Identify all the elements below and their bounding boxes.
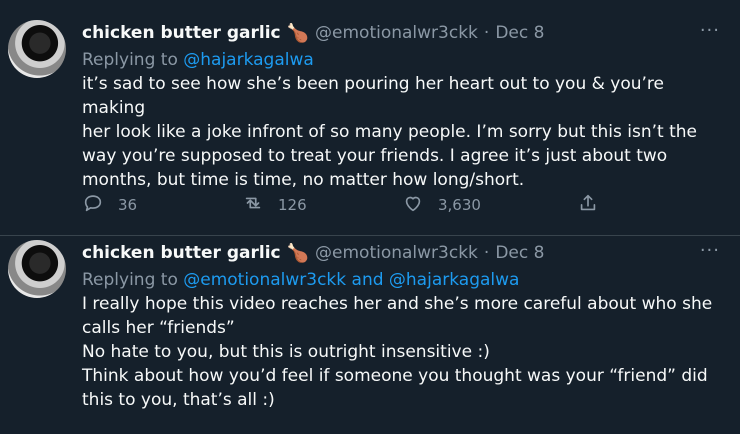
replying-to-label: Replying to bbox=[82, 270, 184, 290]
reply-button[interactable]: 36 bbox=[82, 192, 242, 218]
share-icon bbox=[577, 192, 599, 218]
avatar[interactable] bbox=[8, 20, 66, 78]
tweet-content: chicken butter garlic 🍗 @emotionalwr3ckk… bbox=[82, 20, 720, 192]
retweet-icon bbox=[242, 192, 264, 218]
retweet-button[interactable]: 126 bbox=[242, 192, 402, 218]
replying-to-label: Replying to bbox=[82, 50, 184, 70]
heart-icon bbox=[402, 192, 424, 218]
tweet-actions: 36 126 3,630 bbox=[82, 192, 622, 218]
tweet-text-line: No hate to you, but this is outright ins… bbox=[82, 342, 490, 362]
tweet-text-line: it’s sad to see how she’s been pouring h… bbox=[82, 74, 665, 118]
tweet-text-line: way you’re supposed to treat your friend… bbox=[82, 146, 668, 166]
like-button[interactable]: 3,630 bbox=[402, 192, 577, 218]
tweet-date[interactable]: Dec 8 bbox=[495, 23, 544, 43]
replying-to-link[interactable]: @hajarkagalwa bbox=[183, 50, 314, 70]
tweet-date[interactable]: Dec 8 bbox=[495, 243, 544, 263]
separator-dot: · bbox=[483, 243, 490, 263]
tweet-text-line: this to you, that’s all :) bbox=[82, 390, 275, 410]
tweet-1[interactable]: chicken butter garlic 🍗 @emotionalwr3ckk… bbox=[0, 0, 740, 236]
tweet-text-line: Think about how you’d feel if someone yo… bbox=[82, 366, 708, 386]
retweet-count: 126 bbox=[278, 196, 307, 214]
avatar[interactable] bbox=[8, 240, 66, 298]
like-count: 3,630 bbox=[438, 196, 481, 214]
drumstick-emoji: 🍗 bbox=[286, 22, 310, 44]
drumstick-emoji: 🍗 bbox=[286, 242, 310, 264]
tweet-text: I really hope this video reaches her and… bbox=[82, 292, 720, 412]
share-button[interactable] bbox=[577, 192, 599, 218]
display-name[interactable]: chicken butter garlic bbox=[82, 243, 281, 263]
tweet-text-line: her look like a joke infront of so many … bbox=[82, 122, 698, 142]
user-handle[interactable]: @emotionalwr3ckk bbox=[315, 243, 478, 263]
tweet-2[interactable]: chicken butter garlic 🍗 @emotionalwr3ckk… bbox=[0, 236, 740, 434]
more-options-icon[interactable]: ··· bbox=[700, 20, 720, 41]
tweet-text: it’s sad to see how she’s been pouring h… bbox=[82, 72, 720, 192]
replying-to: Replying to @hajarkagalwa bbox=[82, 48, 720, 72]
separator-dot: · bbox=[483, 23, 490, 43]
reply-count: 36 bbox=[118, 196, 138, 214]
tweet-header: chicken butter garlic 🍗 @emotionalwr3ckk… bbox=[82, 240, 720, 266]
replying-to-link[interactable]: @emotionalwr3ckk and @hajarkagalwa bbox=[183, 270, 519, 290]
display-name[interactable]: chicken butter garlic bbox=[82, 23, 281, 43]
tweet-text-line: I really hope this video reaches her and… bbox=[82, 294, 713, 314]
tweet-text-line: calls her “friends” bbox=[82, 318, 235, 338]
reply-icon bbox=[82, 192, 104, 218]
more-options-icon[interactable]: ··· bbox=[700, 240, 720, 261]
user-handle[interactable]: @emotionalwr3ckk bbox=[315, 23, 478, 43]
replying-to: Replying to @emotionalwr3ckk and @hajark… bbox=[82, 268, 720, 292]
tweet-content: chicken butter garlic 🍗 @emotionalwr3ckk… bbox=[82, 240, 720, 412]
tweet-header: chicken butter garlic 🍗 @emotionalwr3ckk… bbox=[82, 20, 720, 46]
tweet-text-line: months, but time is time, no matter how … bbox=[82, 170, 525, 190]
